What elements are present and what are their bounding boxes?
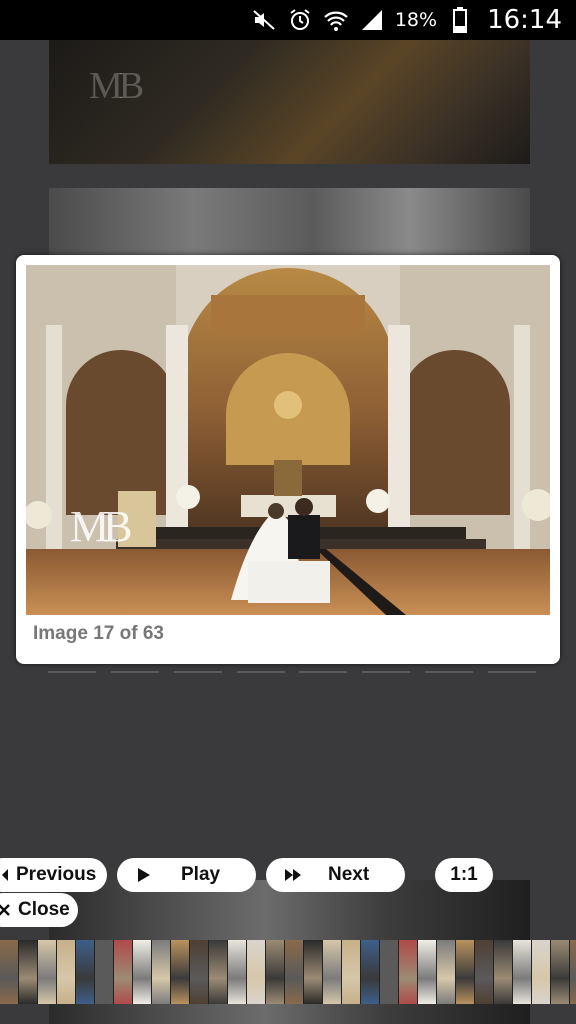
battery-percent: 18% bbox=[394, 9, 438, 31]
thumbnail[interactable] bbox=[380, 940, 398, 1004]
thumbnail[interactable] bbox=[76, 940, 94, 1004]
thumbnail[interactable] bbox=[228, 940, 246, 1004]
close-label: Close bbox=[18, 899, 70, 920]
thumbnail[interactable] bbox=[475, 940, 493, 1004]
thumbnail[interactable] bbox=[456, 940, 474, 1004]
thumbnail[interactable] bbox=[551, 940, 569, 1004]
alarm-icon bbox=[287, 7, 313, 33]
image-counter: Image 17 of 63 bbox=[33, 623, 164, 644]
thumbnail[interactable] bbox=[323, 940, 341, 1004]
actual-size-button[interactable]: 1:1 bbox=[435, 858, 493, 892]
mute-icon bbox=[251, 7, 277, 33]
church-wedding-illustration bbox=[26, 265, 550, 615]
play-button[interactable]: Play bbox=[117, 858, 256, 892]
status-bar: 18% 16:14 bbox=[0, 0, 576, 40]
thumbnail[interactable] bbox=[133, 940, 151, 1004]
thumbnail[interactable] bbox=[399, 940, 417, 1004]
thumbnail[interactable] bbox=[437, 940, 455, 1004]
thumbnail[interactable] bbox=[95, 940, 113, 1004]
play-icon bbox=[137, 867, 151, 883]
lightbox: MB Image 17 of 63 bbox=[16, 255, 560, 664]
thumbnail[interactable] bbox=[38, 940, 56, 1004]
thumbnail[interactable] bbox=[114, 940, 132, 1004]
thumbnail[interactable] bbox=[209, 940, 227, 1004]
thumbnail[interactable] bbox=[266, 940, 284, 1004]
chevron-left-icon bbox=[0, 868, 10, 882]
thumbnail[interactable] bbox=[532, 940, 550, 1004]
thumbnail-strip[interactable] bbox=[0, 940, 576, 1004]
close-button[interactable]: Close bbox=[0, 893, 78, 927]
fast-forward-icon bbox=[284, 868, 302, 882]
thumbnail[interactable] bbox=[494, 940, 512, 1004]
thumbnail[interactable] bbox=[19, 940, 37, 1004]
previous-button[interactable]: Previous bbox=[0, 858, 107, 892]
thumbnail[interactable] bbox=[513, 940, 531, 1004]
thumbnail[interactable] bbox=[304, 940, 322, 1004]
thumbnail[interactable] bbox=[190, 940, 208, 1004]
background-photo: MB bbox=[49, 40, 530, 164]
photo-watermark: MB bbox=[70, 502, 133, 551]
thumbnail[interactable] bbox=[152, 940, 170, 1004]
thumbnail[interactable] bbox=[418, 940, 436, 1004]
wifi-icon bbox=[323, 7, 349, 33]
next-label: Next bbox=[328, 864, 370, 885]
thumbnail[interactable] bbox=[342, 940, 360, 1004]
close-icon bbox=[0, 904, 10, 916]
thumbnail[interactable] bbox=[171, 940, 189, 1004]
thumbnail[interactable] bbox=[57, 940, 75, 1004]
photo-watermark: MB bbox=[89, 65, 144, 107]
lightbox-image[interactable]: MB bbox=[26, 265, 550, 615]
thumbnail[interactable] bbox=[285, 940, 303, 1004]
thumbnail[interactable] bbox=[0, 940, 18, 1004]
thumbnail[interactable] bbox=[361, 940, 379, 1004]
clock: 16:14 bbox=[487, 5, 562, 35]
previous-label: Previous bbox=[16, 864, 97, 885]
gallery-separators bbox=[48, 671, 536, 673]
thumbnail[interactable] bbox=[247, 940, 265, 1004]
thumbnail[interactable] bbox=[570, 940, 576, 1004]
signal-icon bbox=[359, 7, 385, 33]
battery-icon bbox=[447, 7, 473, 33]
next-button[interactable]: Next bbox=[266, 858, 405, 892]
play-label: Play bbox=[181, 864, 221, 885]
